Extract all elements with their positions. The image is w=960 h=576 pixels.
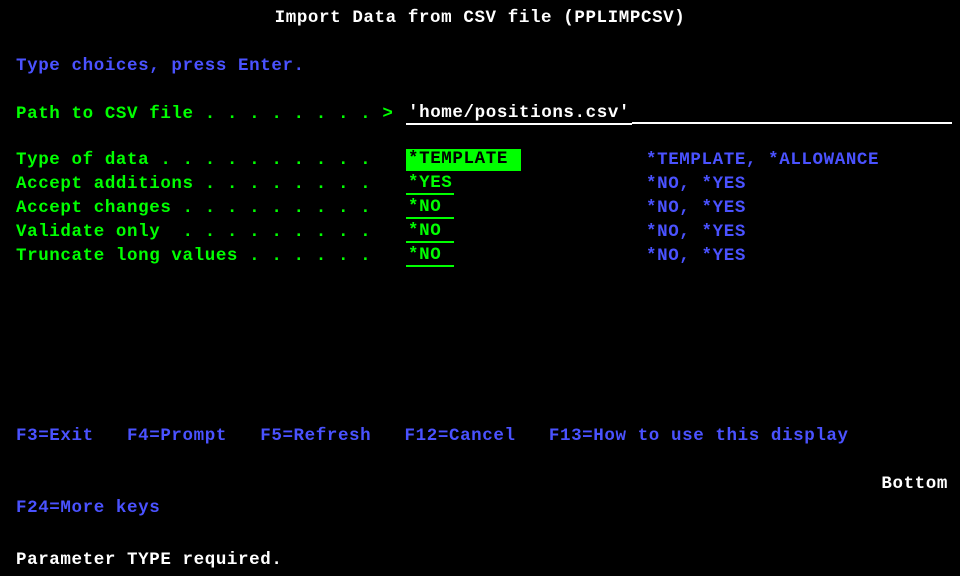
param-input[interactable]: *YES [406,173,454,195]
param-row: Accept changes . . . . . . . . .*NO *NO,… [0,196,960,220]
param-help: *NO, *YES [646,222,746,242]
param-label: Accept additions . . . . . . . . [16,174,406,194]
param-row: Truncate long values . . . . . .*NO *NO,… [0,244,960,268]
status-message: Parameter TYPE required. [16,550,282,570]
instruction-text: Type choices, press Enter. [0,56,960,76]
param-value-col: *NO [406,245,646,267]
param-label: Type of data . . . . . . . . . . [16,150,406,170]
function-keys: F3=Exit F4=Prompt F5=Refresh F12=Cancel … [16,376,849,544]
param-label: Validate only . . . . . . . . . [16,222,406,242]
param-row: Type of data . . . . . . . . . .*TEMPLAT… [0,148,960,172]
fkeys-line-1[interactable]: F3=Exit F4=Prompt F5=Refresh F12=Cancel … [16,424,849,448]
param-help: *NO, *YES [646,174,746,194]
param-label: Accept changes . . . . . . . . . [16,198,406,218]
param-path: Path to CSV file . . . . . . . . > 'home… [0,102,960,126]
param-input[interactable]: *NO [406,221,454,243]
param-input[interactable]: *NO [406,197,454,219]
path-value-col: 'home/positions.csv' [406,103,952,125]
param-value-col: *TEMPLATE [406,149,646,171]
param-help: *NO, *YES [646,246,746,266]
param-value-col: *YES [406,173,646,195]
path-label: Path to CSV file . . . . . . . . > [16,104,406,124]
param-input[interactable]: *NO [406,245,454,267]
param-label: Truncate long values . . . . . . [16,246,406,266]
param-input[interactable]: *TEMPLATE [406,149,521,171]
path-input-tail[interactable] [632,104,952,124]
param-row: Accept additions . . . . . . . .*YES *NO,… [0,172,960,196]
path-input[interactable]: 'home/positions.csv' [406,103,632,125]
fkeys-line-2[interactable]: F24=More keys [16,496,849,520]
param-help: *TEMPLATE, *ALLOWANCE [646,150,879,170]
param-value-col: *NO [406,221,646,243]
screen-title: Import Data from CSV file (PPLIMPCSV) [0,0,960,28]
param-help: *NO, *YES [646,198,746,218]
bottom-marker: Bottom [881,474,948,494]
param-value-col: *NO [406,197,646,219]
param-row: Validate only . . . . . . . . .*NO *NO, … [0,220,960,244]
parameters: Path to CSV file . . . . . . . . > 'home… [0,102,960,268]
